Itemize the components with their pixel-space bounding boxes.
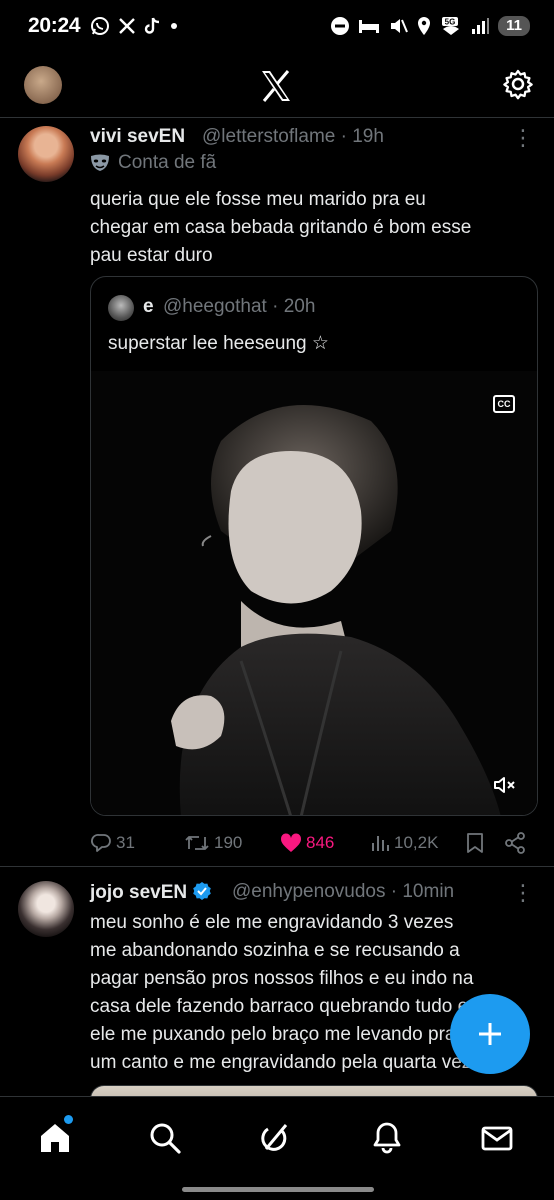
compose-button[interactable]	[450, 994, 530, 1074]
fan-account-text: Conta de fã	[118, 152, 217, 173]
home-indicator[interactable]	[182, 1187, 374, 1192]
tiktok-icon	[144, 16, 162, 36]
notification-dot	[64, 1115, 73, 1124]
share-icon[interactable]	[504, 832, 526, 854]
more-options-icon[interactable]: ⋮	[512, 127, 534, 152]
status-time: 20:24	[28, 14, 81, 37]
tweet[interactable]: vivi sevEN @letterstoflame · 19h ⋮ Conta…	[0, 118, 554, 866]
svg-text:5G: 5G	[445, 18, 456, 27]
reply-button[interactable]: 31	[90, 828, 135, 858]
repost-button[interactable]: 190	[184, 828, 242, 858]
tweet-author-handle[interactable]: @letterstoflame · 19h	[202, 126, 384, 148]
x-app-icon	[118, 17, 136, 35]
tweet-text-line: ele me puxando pelo braço me levando pra	[90, 1024, 456, 1045]
like-count: 846	[306, 833, 335, 852]
quoted-avatar[interactable]	[108, 295, 134, 321]
repost-count: 190	[214, 833, 243, 852]
captions-button[interactable]: CC	[493, 395, 515, 413]
sleep-icon	[358, 17, 380, 35]
whatsapp-icon	[90, 16, 110, 36]
tweet-author-name[interactable]: jojo sevEN	[90, 881, 212, 904]
wifi-icon: 5G	[440, 16, 462, 36]
mask-icon	[91, 154, 109, 171]
search-icon[interactable]	[148, 1121, 182, 1155]
messages-icon[interactable]	[480, 1121, 514, 1155]
home-icon[interactable]	[38, 1121, 72, 1155]
tweet-text: queria que ele fosse meu marido pra eu c…	[90, 186, 471, 270]
tweet-text-line: pau estar duro	[90, 245, 213, 266]
tweet-text-line: pagar pensão pros nossos filhos e eu ind…	[90, 968, 474, 989]
top-header	[0, 56, 554, 116]
tweet-text-line: meu sonho é ele me engravidando 3 vezes	[90, 912, 454, 933]
avatar[interactable]	[18, 126, 74, 182]
fan-account-label: Conta de fã	[90, 152, 216, 174]
heart-icon	[280, 833, 302, 852]
profile-avatar[interactable]	[24, 66, 62, 104]
avatar[interactable]	[18, 881, 74, 937]
tweet-actions: 31 190 846 10,2K	[90, 828, 534, 858]
tweet-text-line: queria que ele fosse meu marido pra eu	[90, 189, 426, 210]
tweet[interactable]: jojo sevEN @enhypenovudos · 10min ⋮ meu …	[0, 867, 554, 1107]
tweet-text-line: chegar em casa bebada gritando é bom ess…	[90, 217, 472, 238]
tweet-text-line: um canto e me engravidando pela quarta v…	[90, 1052, 477, 1073]
location-icon	[416, 16, 432, 36]
gear-icon[interactable]	[502, 68, 534, 100]
like-button[interactable]: 846	[280, 828, 334, 858]
views-count: 10,2K	[394, 833, 439, 852]
views-icon	[372, 836, 389, 851]
signal-icon	[470, 17, 490, 35]
verified-badge-icon	[193, 882, 212, 900]
more-options-icon[interactable]: ⋮	[512, 882, 534, 907]
mute-icon[interactable]	[493, 775, 517, 795]
plus-icon	[479, 1023, 501, 1045]
tweet-text-line: me abandonando sozinha e se recusando a	[90, 940, 460, 961]
video-player[interactable]: CC	[91, 371, 537, 815]
tweet-author-name[interactable]: vivi sevEN	[90, 126, 185, 148]
repost-icon	[185, 836, 209, 850]
bottom-navigation	[0, 1096, 554, 1200]
video-frame	[91, 371, 537, 815]
quoted-tweet[interactable]: e @heegothat · 20h superstar lee heeseun…	[90, 276, 538, 816]
views-button[interactable]: 10,2K	[370, 828, 438, 858]
battery-indicator: 11	[498, 16, 530, 36]
do-not-disturb-icon	[330, 16, 350, 36]
bookmark-icon[interactable]	[466, 832, 484, 854]
grok-icon[interactable]	[258, 1121, 292, 1155]
mute-status-icon	[388, 16, 409, 36]
quoted-author-name[interactable]: e	[143, 296, 154, 318]
reply-count: 31	[116, 833, 135, 852]
quoted-author-handle[interactable]: @heegothat · 20h	[163, 296, 315, 318]
tweet-text-line: casa dele fazendo barraco quebrando tudo…	[90, 996, 469, 1017]
status-bar: 20:24 5G 11	[0, 0, 554, 52]
quoted-tweet-text: superstar lee heeseung ☆	[108, 333, 329, 354]
tweet-author-handle[interactable]: @enhypenovudos · 10min	[232, 881, 454, 903]
notifications-bell-icon[interactable]	[370, 1121, 404, 1155]
reply-icon	[91, 834, 111, 852]
tweet-text: meu sonho é ele me engravidando 3 vezes …	[90, 909, 477, 1077]
notification-dot-icon	[170, 22, 178, 30]
x-logo-icon	[262, 70, 290, 102]
